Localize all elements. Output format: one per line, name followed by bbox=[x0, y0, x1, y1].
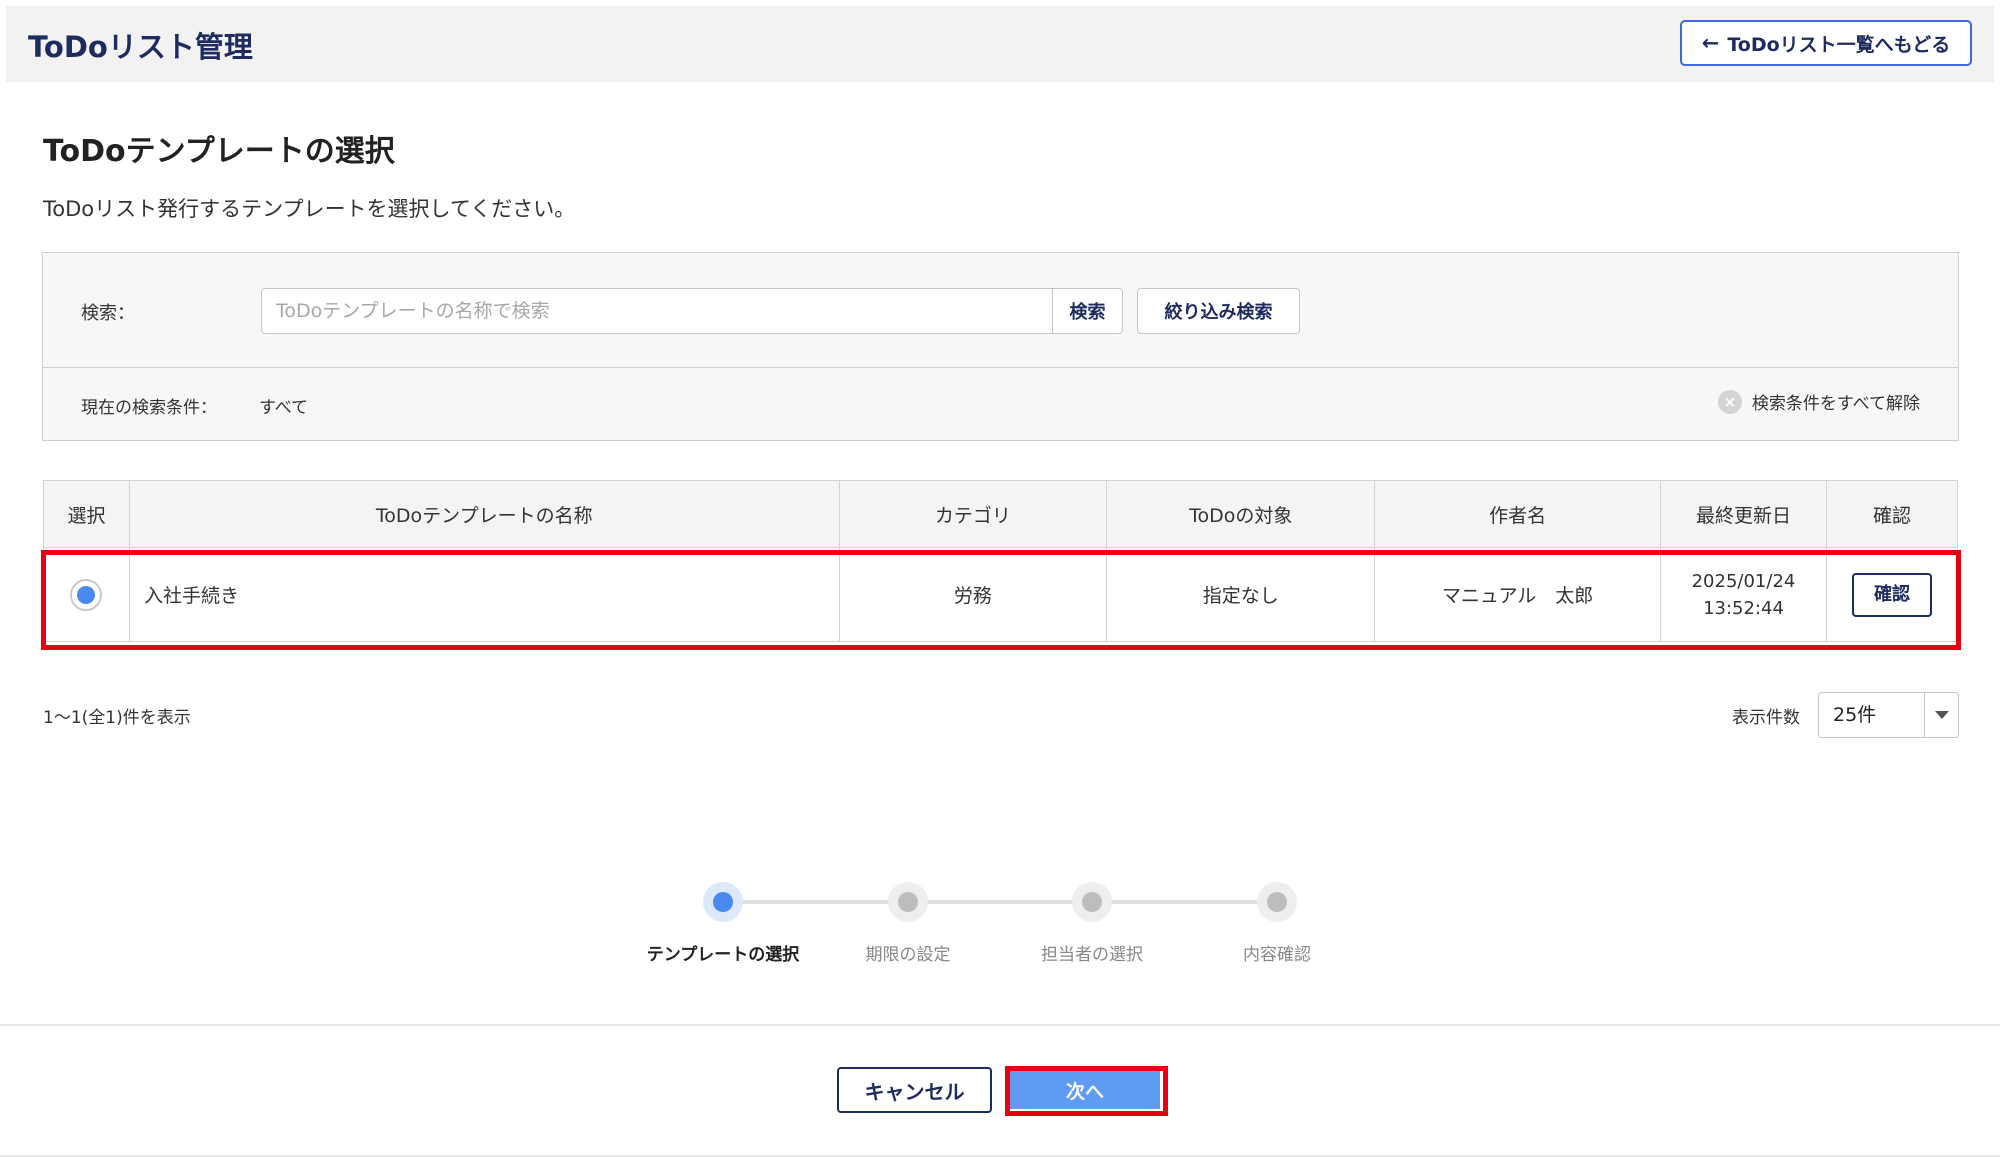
updated-date: 2025/01/24 bbox=[1691, 570, 1796, 592]
search-label: 検索： bbox=[81, 303, 135, 324]
search-box: 検索 bbox=[261, 288, 1123, 334]
step-connector bbox=[926, 900, 1092, 904]
select-cell bbox=[43, 547, 130, 642]
step-connector bbox=[1110, 900, 1276, 904]
step-dot-template bbox=[703, 882, 743, 922]
next-button[interactable]: 次へ bbox=[1010, 1071, 1160, 1109]
step-dot-assignee bbox=[1072, 882, 1112, 922]
step-label-deadline: 期限の設定 bbox=[865, 945, 951, 965]
progress-stepper: テンプレートの選択 期限の設定 担当者の選択 内容確認 bbox=[0, 880, 2000, 980]
column-header-select: 選択 bbox=[43, 480, 130, 548]
updated-time: 13:52:44 bbox=[1703, 597, 1784, 619]
page-size-select[interactable]: 25件 bbox=[1818, 692, 1959, 738]
template-target: 指定なし bbox=[1106, 547, 1376, 642]
table-row[interactable]: 入社手続き 労務 指定なし マニュアル 太郎 2025/01/24 13:52:… bbox=[43, 547, 1959, 642]
column-header-name: ToDoテンプレートの名称 bbox=[128, 480, 840, 548]
clear-all-conditions-label: 検索条件をすべて解除 bbox=[1751, 394, 1920, 414]
select-radio[interactable] bbox=[70, 578, 103, 611]
template-updated: 2025/01/24 13:52:44 bbox=[1660, 547, 1827, 642]
step-dot-review bbox=[1257, 882, 1297, 922]
page-title: ToDoテンプレートの選択 bbox=[43, 134, 395, 169]
column-header-updated: 最終更新日 bbox=[1660, 480, 1827, 548]
column-header-author: 作者名 bbox=[1374, 480, 1662, 548]
step-connector bbox=[742, 900, 908, 904]
app-title: ToDoリスト管理 bbox=[28, 30, 253, 64]
step-label-assignee: 担当者の選択 bbox=[1041, 945, 1143, 965]
arrow-left-icon: ← bbox=[1701, 31, 1720, 55]
page-description: ToDoリスト発行するテンプレートを選択してください。 bbox=[43, 197, 576, 221]
result-count: 1～1(全1)件を表示 bbox=[43, 708, 191, 728]
template-category: 労務 bbox=[838, 547, 1108, 642]
back-to-list-button[interactable]: ← ToDoリスト一覧へもどる bbox=[1680, 20, 1972, 66]
confirm-cell: 確認 bbox=[1825, 547, 1959, 642]
search-condition-value: すべて bbox=[259, 398, 309, 418]
template-author: マニュアル 太郎 bbox=[1374, 547, 1662, 642]
template-name: 入社手続き bbox=[128, 547, 840, 642]
column-header-category: カテゴリ bbox=[838, 480, 1108, 548]
column-header-target: ToDoの対象 bbox=[1106, 480, 1376, 548]
search-row: 検索： 検索 絞り込み検索 bbox=[43, 253, 1958, 368]
step-dot-deadline bbox=[888, 882, 928, 922]
search-condition-label: 現在の検索条件： bbox=[81, 398, 217, 418]
search-button[interactable]: 検索 bbox=[1052, 289, 1122, 333]
footer-divider bbox=[0, 1024, 2000, 1026]
column-header-confirm: 確認 bbox=[1825, 480, 1959, 548]
template-table: 選択 ToDoテンプレートの名称 カテゴリ ToDoの対象 作者名 最終更新日 … bbox=[43, 480, 1959, 642]
search-input[interactable] bbox=[262, 289, 1052, 333]
back-to-list-label: ToDoリスト一覧へもどる bbox=[1727, 33, 1951, 56]
clear-circle-icon: × bbox=[1717, 389, 1742, 414]
cancel-button[interactable]: キャンセル bbox=[837, 1067, 992, 1113]
table-header-row: 選択 ToDoテンプレートの名称 カテゴリ ToDoの対象 作者名 最終更新日 … bbox=[43, 480, 1959, 548]
step-label-review: 内容確認 bbox=[1243, 945, 1311, 965]
step-label-template: テンプレートの選択 bbox=[646, 945, 800, 965]
search-panel: 検索： 検索 絞り込み検索 現在の検索条件： すべて × 検索条件をすべて解除 bbox=[42, 252, 1959, 441]
filter-search-button[interactable]: 絞り込み検索 bbox=[1137, 288, 1300, 334]
clear-all-conditions-button[interactable]: × 検索条件をすべて解除 bbox=[1717, 389, 1920, 414]
page-size-value: 25件 bbox=[1833, 704, 1877, 726]
page-size-label: 表示件数 bbox=[1732, 708, 1800, 728]
chevron-down-icon bbox=[1924, 693, 1958, 737]
app-header: ToDoリスト管理 ← ToDoリスト一覧へもどる bbox=[6, 6, 1994, 82]
confirm-button[interactable]: 確認 bbox=[1851, 572, 1932, 617]
